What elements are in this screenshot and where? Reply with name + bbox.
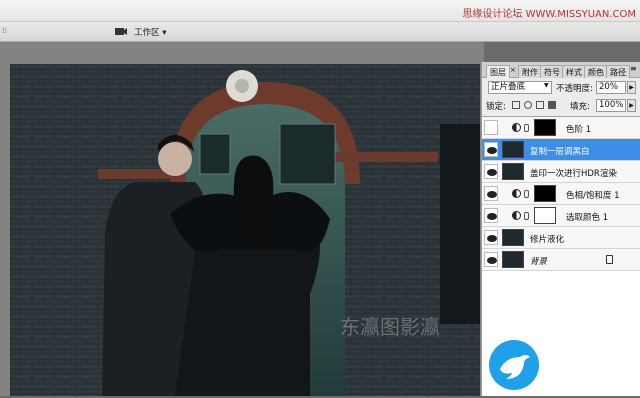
adjustment-icon	[512, 211, 521, 220]
layer-name: 选取颜色 1	[566, 213, 609, 223]
layer-thumbnail	[502, 229, 524, 246]
blend-mode-select[interactable]: 正片叠底	[488, 81, 552, 94]
eye-icon[interactable]	[484, 186, 498, 201]
eye-icon[interactable]	[484, 142, 498, 157]
layer-hdr[interactable]: 盖印一次进行HDR渲染	[482, 161, 640, 183]
adjustment-icon	[512, 123, 521, 132]
lock-all-icon[interactable]	[548, 101, 556, 109]
link-icon	[524, 124, 529, 132]
title-bar: 思缘设计论坛 WWW.MISSYUAN.COM	[0, 0, 640, 22]
fill-label: 填充:	[570, 102, 590, 112]
site-watermark: 思缘设计论坛 WWW.MISSYUAN.COM	[462, 9, 636, 20]
panel-menu-icon[interactable]: ≡	[630, 64, 637, 73]
layer-name: 盖印一次进行HDR渲染	[530, 169, 617, 179]
eye-icon[interactable]	[484, 252, 498, 267]
mask-thumbnail	[534, 119, 556, 136]
lock-paint-icon[interactable]	[524, 101, 532, 109]
utobao-logo: 优图宝 utobao.com	[486, 335, 636, 395]
close-icon[interactable]: ×	[510, 66, 516, 74]
eye-icon[interactable]	[484, 164, 498, 179]
lock-row: 锁定: 填充: 100% ▶	[482, 96, 640, 114]
mask-thumbnail	[534, 207, 556, 224]
layer-hue-sat[interactable]: 色相/饱和度 1	[482, 183, 640, 205]
logo-text: 优图宝	[544, 345, 604, 369]
layer-name: 修片液化	[530, 235, 565, 245]
lock-icon	[606, 255, 613, 264]
layer-name: 背景	[530, 257, 548, 267]
link-icon	[524, 190, 529, 198]
layer-thumbnail	[502, 163, 524, 180]
logo-url: utobao.com	[542, 372, 629, 387]
tab-4[interactable]: 样式	[562, 65, 586, 78]
layer-copy-bw[interactable]: 复制一层调黑白	[482, 139, 640, 161]
layer-levels[interactable]: 色阶 1	[482, 117, 640, 139]
lock-move-icon[interactable]	[536, 101, 544, 109]
layer-thumbnail	[502, 251, 524, 268]
layer-background[interactable]: 背景	[482, 249, 640, 271]
layer-name: 色阶 1	[566, 125, 592, 135]
link-icon	[524, 212, 529, 220]
layer-selective-color[interactable]: 选取颜色 1	[482, 205, 640, 227]
lock-label: 锁定:	[486, 102, 506, 112]
tab-3[interactable]: 符号	[540, 65, 564, 78]
fill-input[interactable]: 100%	[596, 99, 626, 112]
document-canvas[interactable]: 东瀛图影瀛	[10, 64, 480, 396]
layer-thumbnail	[502, 141, 524, 158]
mask-thumbnail	[534, 185, 556, 202]
options-bar: ⁞⁞ 工作区 ▾	[0, 22, 640, 42]
eye-icon[interactable]	[484, 208, 498, 223]
visibility-off-icon[interactable]	[484, 120, 498, 135]
opacity-arrow-icon[interactable]: ▶	[627, 81, 636, 94]
blend-row: 正片叠底 ▼ 不透明度: 20% ▶	[482, 78, 640, 96]
panel-tabs: 图层 × 附作 符号 样式 颜色 路径 ≡	[482, 62, 640, 78]
photo-image: 东瀛图影瀛	[10, 64, 480, 396]
workspace-menu[interactable]: 工作区 ▾	[134, 26, 166, 38]
fill-arrow-icon[interactable]: ▶	[627, 99, 636, 112]
layer-name: 复制一层调黑白	[530, 147, 590, 157]
tab-2[interactable]: 附作	[518, 65, 542, 78]
layer-liquify[interactable]: 修片液化	[482, 227, 640, 249]
opacity-input[interactable]: 20%	[596, 81, 626, 94]
tab-layers[interactable]: 图层	[486, 65, 510, 78]
eye-icon[interactable]	[484, 230, 498, 245]
grip-icon: ⁞⁞	[2, 26, 8, 35]
adjustment-icon	[512, 189, 521, 198]
tab-5[interactable]: 颜色	[584, 65, 608, 78]
lock-transparent-icon[interactable]	[512, 101, 520, 109]
opacity-label: 不透明度:	[556, 84, 593, 94]
layer-name: 色相/饱和度 1	[566, 191, 620, 201]
chevron-down-icon: ▼	[544, 82, 549, 89]
camera-icon[interactable]	[115, 26, 127, 36]
photo-watermark: 东瀛图影瀛	[340, 315, 440, 339]
tab-6[interactable]: 路径	[606, 65, 630, 78]
